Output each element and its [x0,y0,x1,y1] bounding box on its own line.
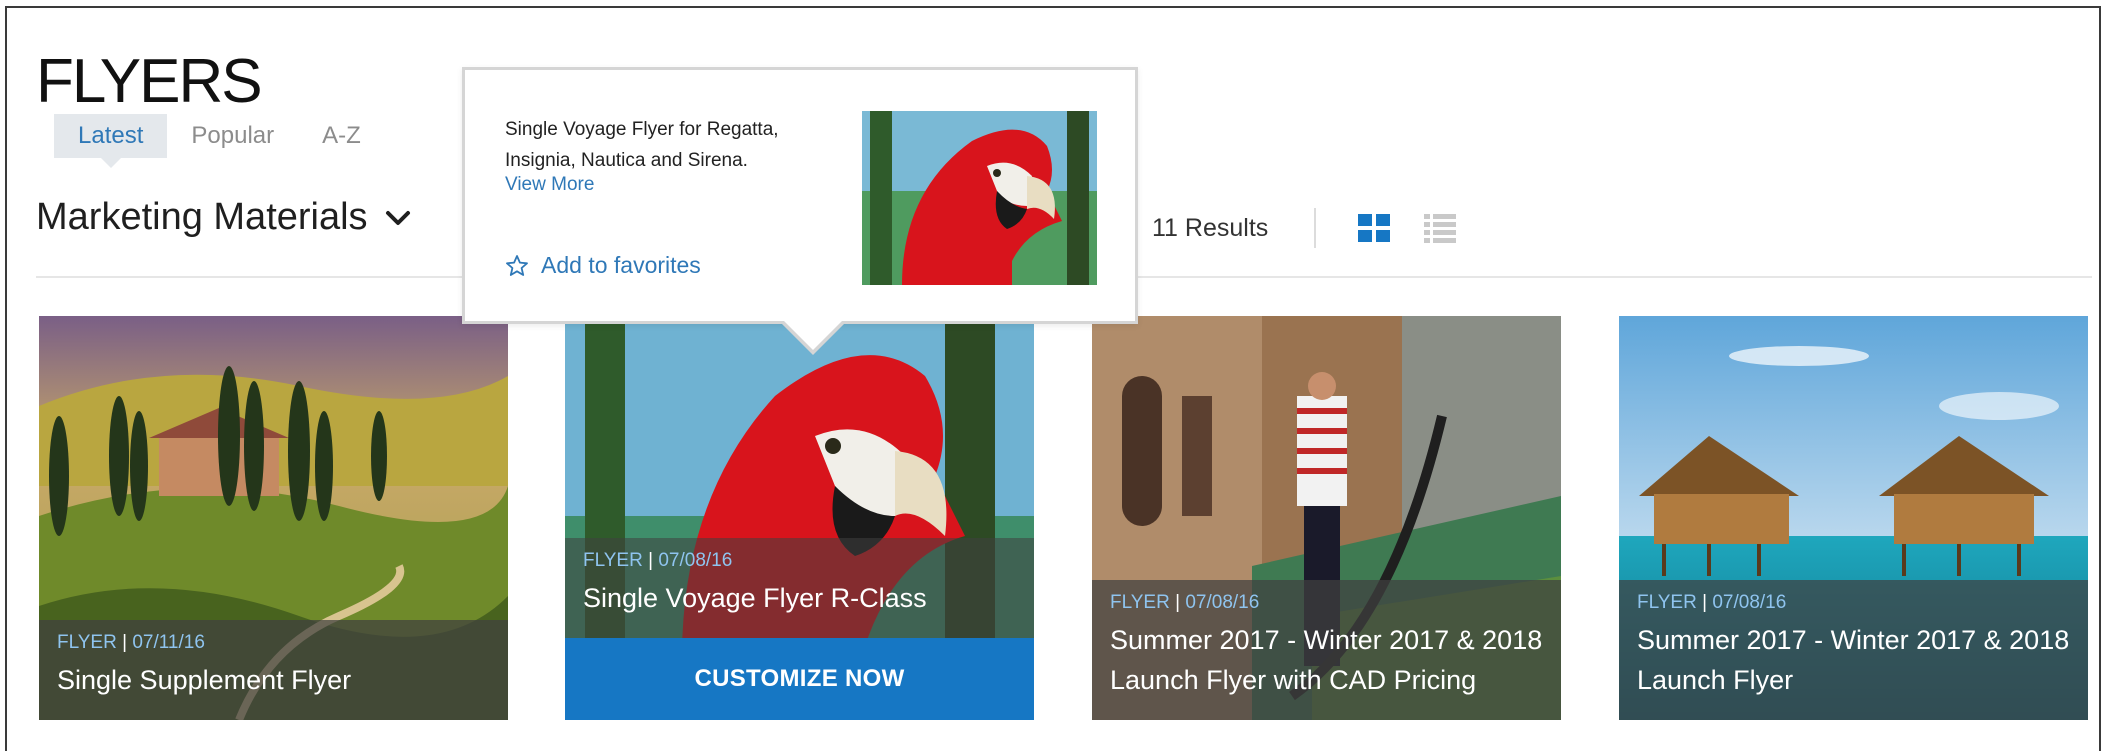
add-to-favorites-button[interactable]: Add to favorites [505,252,701,279]
card-title: Summer 2017 - Winter 2017 & 2018 Launch … [1637,625,2070,695]
tab-popular[interactable]: Popular [167,114,298,158]
card-meta: FLYER | 07/11/16 [57,632,490,654]
card-meta: FLYER | 07/08/16 [583,550,1016,572]
flyer-card[interactable]: FLYER | 07/08/16 Summer 2017 - Winter 20… [1619,316,2088,720]
grid-view-icon[interactable] [1356,210,1392,246]
card-date: 07/11/16 [132,632,205,653]
meta-separator: | [1175,592,1181,613]
results-toolbar: 11 Results [1152,208,1488,248]
popover-description: Single Voyage Flyer for Regatta, Insigni… [505,119,779,171]
card-type: FLYER [1110,592,1170,613]
tab-a-z[interactable]: A-Z [298,114,385,158]
category-label: Marketing Materials [36,196,368,238]
flyer-card[interactable]: FLYER | 07/11/16 Single Supplement Flyer [39,316,508,720]
results-count: 11 Results [1152,213,1269,242]
card-caption: FLYER | 07/08/16 Single Voyage Flyer R-C… [565,538,1034,638]
card-date: 07/08/16 [1712,592,1787,613]
card-title: Single Supplement Flyer [57,665,352,695]
card-date: 07/08/16 [1185,592,1260,613]
card-title: Summer 2017 - Winter 2017 & 2018 Launch … [1110,625,1543,695]
customize-now-button[interactable]: CUSTOMIZE NOW [565,638,1034,720]
card-title: Single Voyage Flyer R-Class [583,583,927,613]
toolbar-divider [1314,208,1317,248]
card-caption: FLYER | 07/08/16 Summer 2017 - Winter 20… [1619,580,2088,720]
flyer-card[interactable]: FLYER | 07/08/16 Summer 2017 - Winter 20… [1092,316,1561,720]
flyer-card[interactable]: FLYER | 07/08/16 Single Voyage Flyer R-C… [565,316,1034,720]
card-meta: FLYER | 07/08/16 [1110,592,1543,614]
view-more-link[interactable]: View More [505,174,594,196]
chevron-down-icon [385,210,410,225]
favorites-label: Add to favorites [541,252,701,278]
meta-separator: | [1702,592,1708,613]
card-caption: FLYER | 07/11/16 Single Supplement Flyer [39,620,508,720]
card-type: FLYER [583,550,643,571]
card-type: FLYER [57,632,117,653]
sort-tabs: Latest Popular A-Z [54,114,385,168]
page-title: FLYERS [36,47,263,116]
card-type: FLYER [1637,592,1697,613]
star-icon [506,254,528,276]
card-date: 07/08/16 [658,550,733,571]
meta-separator: | [122,632,128,653]
card-caption: FLYER | 07/08/16 Summer 2017 - Winter 20… [1092,580,1561,720]
card-meta: FLYER | 07/08/16 [1637,592,2070,614]
category-dropdown[interactable]: Marketing Materials [36,196,412,239]
list-view-icon[interactable] [1422,210,1458,246]
tab-latest[interactable]: Latest [54,114,168,168]
flyer-preview-popover: Single Voyage Flyer for Regatta, Insigni… [462,67,1138,355]
popover-thumbnail [862,111,1097,285]
meta-separator: | [648,550,654,571]
